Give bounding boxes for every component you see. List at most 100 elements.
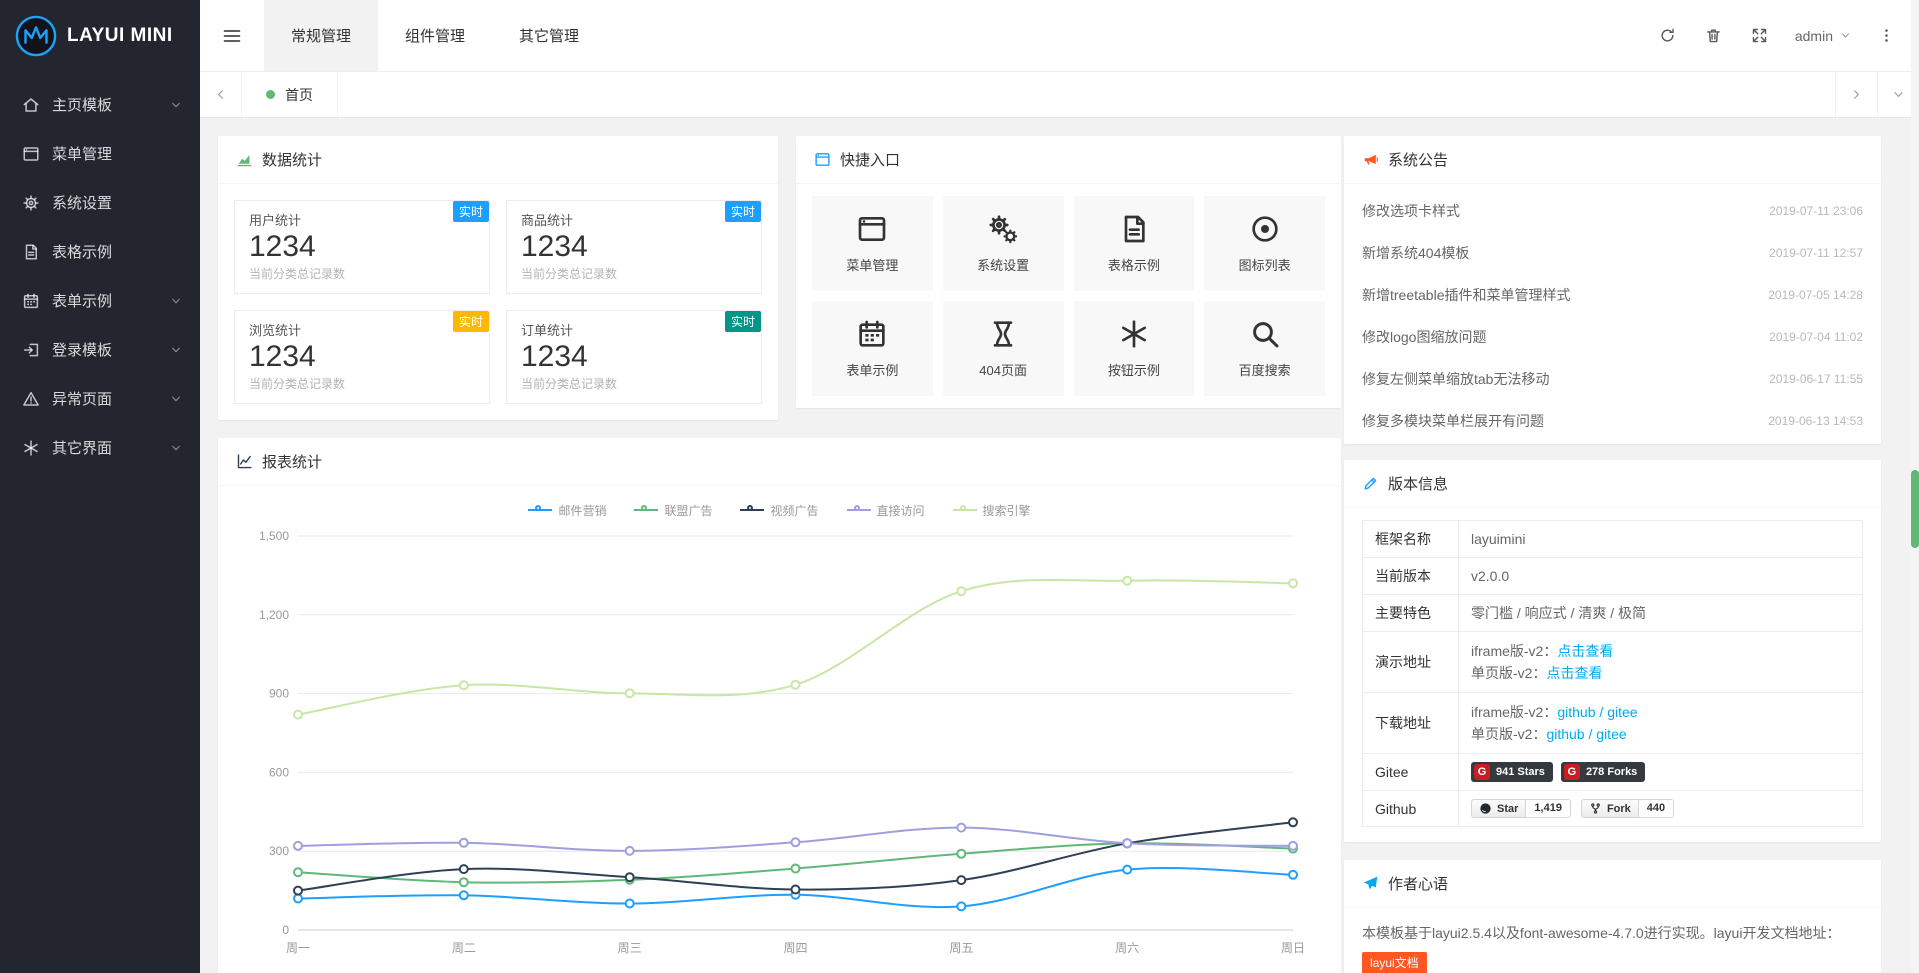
sidebar: LAYUI MINI 主页模板菜单管理系统设置表格示例表单示例登录模板异常页面其… <box>0 0 200 973</box>
version-row-label: 当前版本 <box>1363 558 1459 595</box>
announcement-row[interactable]: 修复多模块菜单栏展开有问题2019-06-13 14:53 <box>1362 400 1863 442</box>
version-row-label: 框架名称 <box>1363 521 1459 558</box>
version-link-line: iframe版-v2：github / gitee <box>1471 701 1850 723</box>
gitee-badge[interactable]: G278 Forks <box>1561 762 1645 782</box>
signin-icon <box>22 341 40 359</box>
legend-label: 直接访问 <box>877 502 925 519</box>
quick-entry-label: 百度搜索 <box>1239 360 1291 379</box>
sidebar-toggle-button[interactable] <box>200 0 264 71</box>
stat-box: 商品统计1234当前分类总记录数实时 <box>506 200 762 294</box>
svg-text:周二: 周二 <box>452 941 476 955</box>
legend-item[interactable]: 邮件营销 <box>528 502 606 519</box>
announcement-date: 2019-07-11 12:57 <box>1769 246 1863 260</box>
fullscreen-button[interactable] <box>1737 0 1783 71</box>
version-row-value: G941 Stars G278 Forks <box>1459 754 1863 791</box>
sidebar-item[interactable]: 登录模板 <box>0 325 200 374</box>
sidebar-item[interactable]: 异常页面 <box>0 374 200 423</box>
search-icon <box>1249 318 1281 350</box>
header-nav-tab[interactable]: 常规管理 <box>264 0 378 71</box>
app-logo[interactable]: LAYUI MINI <box>0 0 200 72</box>
stat-caption: 当前分类总记录数 <box>249 265 475 282</box>
announcement-row[interactable]: 新增treetable插件和菜单管理样式2019-07-05 14:28 <box>1362 274 1863 316</box>
tabs-scroll-left-button[interactable] <box>200 72 242 117</box>
github-badge[interactable]: Star1,419 <box>1471 799 1571 818</box>
announcement-row[interactable]: 新增系统404模板2019-07-11 12:57 <box>1362 232 1863 274</box>
announcement-list: 修改选项卡样式2019-07-11 23:06新增系统404模板2019-07-… <box>1344 184 1881 444</box>
header-nav-tab[interactable]: 其它管理 <box>492 0 606 71</box>
layui-doc-badge[interactable]: layui文档 <box>1362 952 1427 973</box>
quick-entry-item[interactable]: 按钮示例 <box>1074 301 1195 396</box>
open-tab[interactable]: 首页 <box>242 72 338 117</box>
megaphone-icon <box>1362 151 1379 168</box>
gitee-badge-text: 941 Stars <box>1496 766 1545 778</box>
warning-icon <box>22 390 40 408</box>
card-announcements: 系统公告 修改选项卡样式2019-07-11 23:06新增系统404模板201… <box>1344 136 1881 444</box>
sidebar-item[interactable]: 系统设置 <box>0 178 200 227</box>
github-badge[interactable]: Fork440 <box>1581 799 1674 818</box>
sidebar-item[interactable]: 菜单管理 <box>0 129 200 178</box>
version-link[interactable]: github <box>1546 726 1584 742</box>
legend-label: 视频广告 <box>770 502 818 519</box>
announcement-row[interactable]: 修改logo图缩放问题2019-07-04 11:02 <box>1362 316 1863 358</box>
legend-marker <box>528 505 552 515</box>
main-content: 数据统计 用户统计1234当前分类总记录数实时商品统计1234当前分类总记录数实… <box>200 118 1919 973</box>
tabs-scroll-right-button[interactable] <box>1835 72 1877 117</box>
version-link[interactable]: 点击查看 <box>1557 643 1613 659</box>
card-author-words: 作者心语 本模板基于layui2.5.4以及font-awesome-4.7.0… <box>1344 860 1881 973</box>
legend-marker <box>634 505 658 515</box>
version-link[interactable]: gitee <box>1607 704 1637 720</box>
quick-entry-item[interactable]: 菜单管理 <box>812 196 933 291</box>
svg-text:1,200: 1,200 <box>259 608 289 622</box>
legend-item[interactable]: 搜索引擎 <box>953 502 1031 519</box>
calendar-icon <box>22 292 40 310</box>
sidebar-item[interactable]: 表单示例 <box>0 276 200 325</box>
version-row-value: Star1,419 Fork440 <box>1459 791 1863 827</box>
quick-entry-item[interactable]: 404页面 <box>943 301 1064 396</box>
announcement-row[interactable]: 修复左侧菜单缩放tab无法移动2019-06-17 11:55 <box>1362 358 1863 400</box>
announcement-title: 新增treetable插件和菜单管理样式 <box>1362 285 1570 305</box>
user-menu[interactable]: admin <box>1783 0 1863 71</box>
sidebar-item-label: 表单示例 <box>52 290 170 311</box>
quick-entry-item[interactable]: 表格示例 <box>1074 196 1195 291</box>
quick-entry-item[interactable]: 百度搜索 <box>1204 301 1325 396</box>
github-badge-label: Fork <box>1607 803 1631 815</box>
quick-entry-item[interactable]: 系统设置 <box>943 196 1064 291</box>
legend-item[interactable]: 视频广告 <box>740 502 818 519</box>
page-scrollbar-thumb[interactable] <box>1911 470 1919 548</box>
announcement-row[interactable]: 修改选项卡样式2019-07-11 23:06 <box>1362 190 1863 232</box>
quick-entry-label: 系统设置 <box>977 255 1029 274</box>
more-menu-button[interactable] <box>1863 0 1909 71</box>
card-title: 版本信息 <box>1388 473 1448 494</box>
announcement-date: 2019-06-13 14:53 <box>1768 414 1863 428</box>
legend-marker <box>740 505 764 515</box>
sidebar-item-label: 系统设置 <box>52 192 182 213</box>
author-doc-line: layui文档 <box>1362 949 1863 973</box>
gitee-badge-text: 278 Forks <box>1586 766 1637 778</box>
refresh-button[interactable] <box>1645 0 1691 71</box>
header-nav-tab[interactable]: 组件管理 <box>378 0 492 71</box>
legend-item[interactable]: 联盟广告 <box>634 502 712 519</box>
version-table: 框架名称layuimini当前版本v2.0.0主要特色零门槛 / 响应式 / 清… <box>1362 520 1863 827</box>
stat-value: 1234 <box>521 229 747 265</box>
quick-entry-label: 按钮示例 <box>1108 360 1160 379</box>
sidebar-item[interactable]: 其它界面 <box>0 423 200 472</box>
trash-icon <box>1705 27 1722 44</box>
calendar-icon <box>856 318 888 350</box>
asterisk-icon <box>22 439 40 457</box>
quick-entry-item[interactable]: 图标列表 <box>1204 196 1325 291</box>
gitee-badge[interactable]: G941 Stars <box>1471 762 1553 782</box>
version-link[interactable]: gitee <box>1596 726 1626 742</box>
sidebar-item[interactable]: 主页模板 <box>0 80 200 129</box>
card-report-chart: 报表统计 邮件营销联盟广告视频广告直接访问搜索引擎 03006009001,20… <box>218 438 1341 973</box>
version-row: GiteeG941 StarsG278 Forks <box>1363 754 1863 791</box>
version-link[interactable]: github <box>1557 704 1595 720</box>
version-link[interactable]: 点击查看 <box>1546 665 1602 681</box>
card-title: 报表统计 <box>262 451 322 472</box>
clear-cache-button[interactable] <box>1691 0 1737 71</box>
sidebar-item[interactable]: 表格示例 <box>0 227 200 276</box>
sidebar-menu: 主页模板菜单管理系统设置表格示例表单示例登录模板异常页面其它界面 <box>0 72 200 472</box>
legend-item[interactable]: 直接访问 <box>847 502 925 519</box>
window-icon <box>814 151 831 168</box>
quick-entry-item[interactable]: 表单示例 <box>812 301 933 396</box>
quick-entry-label: 图标列表 <box>1239 255 1291 274</box>
